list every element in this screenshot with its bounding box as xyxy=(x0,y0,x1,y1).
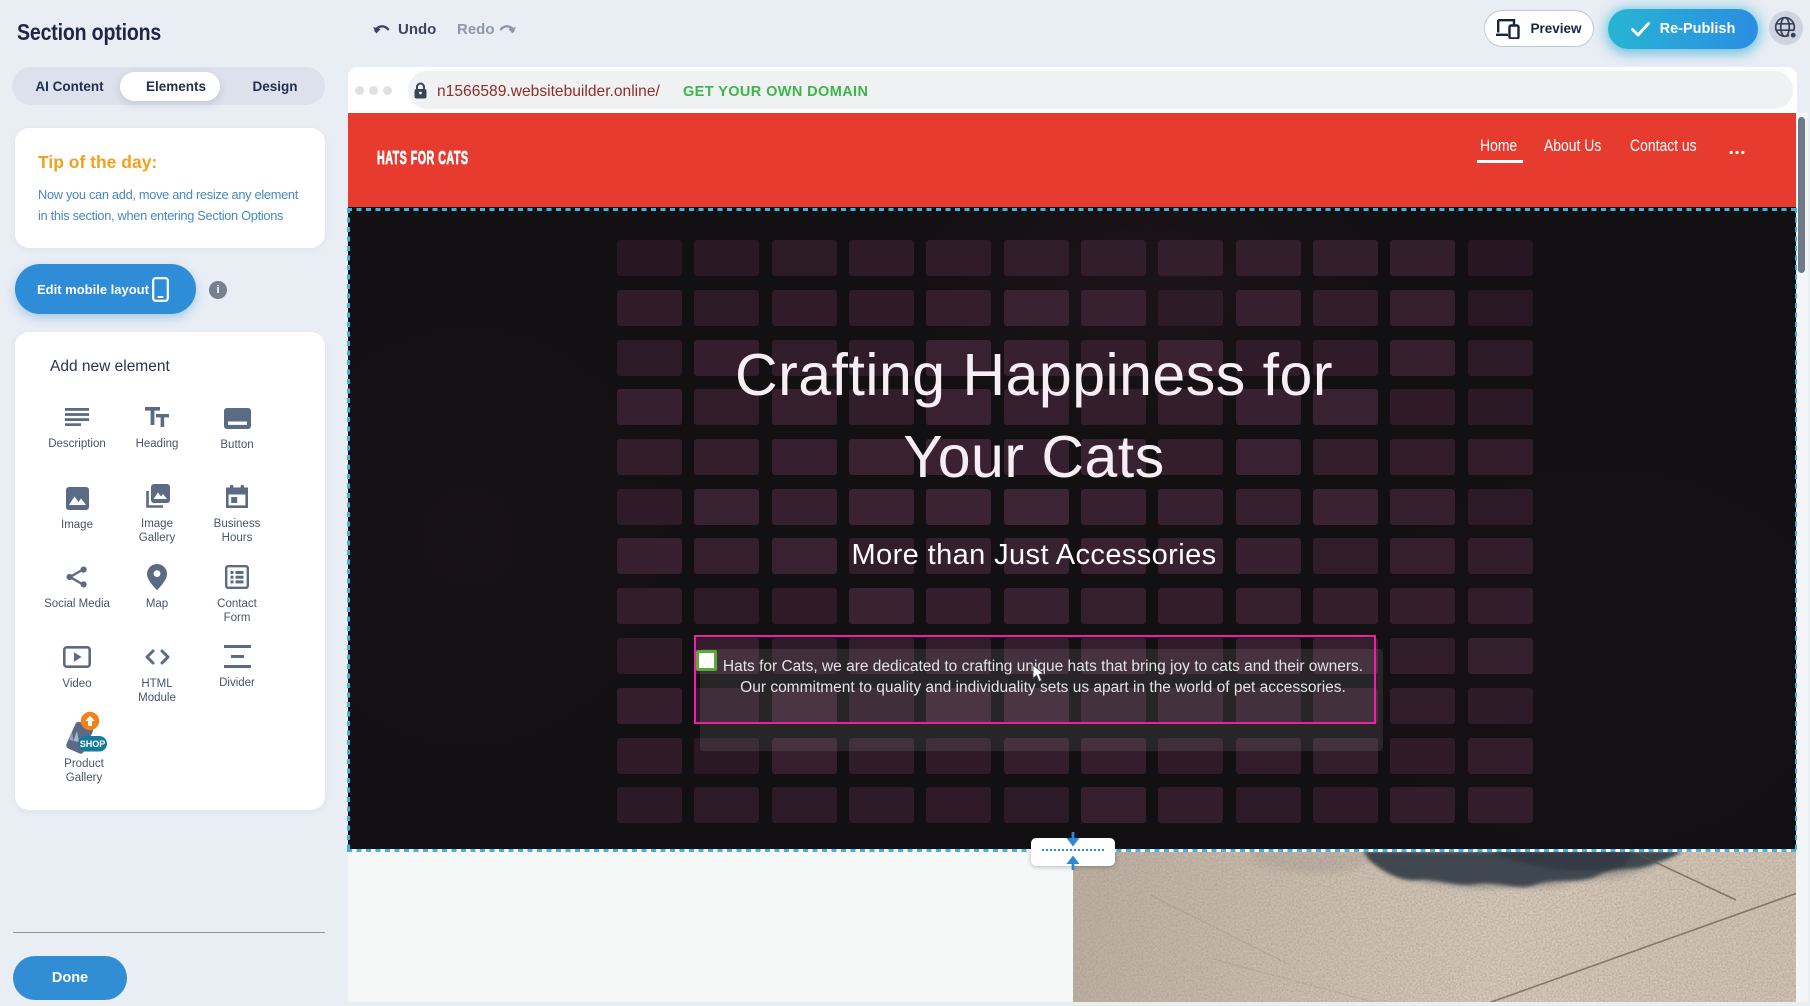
svg-text:SHOP: SHOP xyxy=(80,739,106,749)
